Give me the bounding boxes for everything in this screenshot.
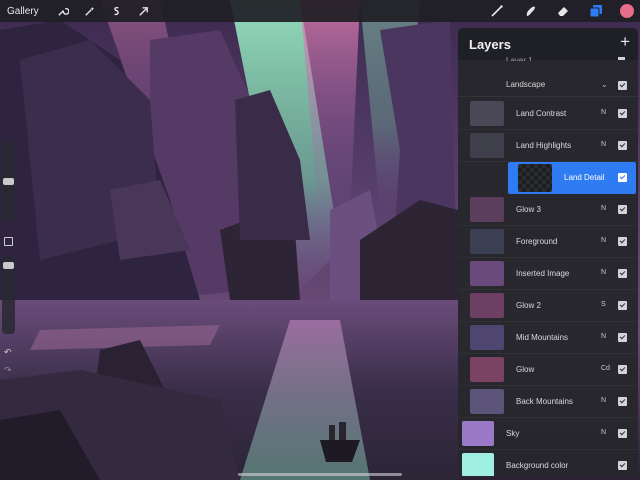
layer-visibility-checkbox[interactable]	[618, 237, 627, 246]
layer-name: Glow 3	[516, 205, 541, 214]
layer-thumbnail[interactable]	[470, 293, 504, 318]
layer-visibility-checkbox[interactable]	[618, 429, 627, 438]
layer-name: Land Highlights	[516, 141, 572, 150]
blend-mode-button[interactable]: N	[601, 141, 606, 148]
layer-name: Mid Mountains	[516, 333, 569, 342]
layer-thumbnail[interactable]	[462, 453, 494, 476]
blend-mode-button[interactable]: N	[601, 269, 606, 276]
layer-name: Foreground	[516, 237, 558, 246]
layer-name: Back Mountains	[516, 397, 573, 406]
blend-mode-button[interactable]: Cd	[601, 365, 610, 372]
layer-thumbnail[interactable]	[470, 133, 504, 158]
layer-row-sky[interactable]: Sky N	[458, 418, 638, 450]
opacity-slider[interactable]	[2, 256, 15, 334]
layer-name: Inserted Image	[516, 269, 570, 278]
layer-thumbnail[interactable]	[470, 357, 504, 382]
clipped-layer-checkbox[interactable]	[618, 57, 625, 60]
layer-name: Sky	[506, 429, 520, 438]
blend-mode-button[interactable]: N	[601, 333, 606, 340]
layers-panel: Layers + Layer 1 Landscape ⌄ Land Contra…	[458, 28, 638, 476]
magic-wand-icon[interactable]	[81, 2, 99, 20]
layer-row-background-color[interactable]: Background color	[458, 450, 638, 476]
blend-mode-button[interactable]: N	[601, 109, 606, 116]
layer-visibility-checkbox[interactable]	[618, 397, 627, 406]
smudge-icon[interactable]	[519, 0, 541, 22]
layer-thumbnail[interactable]	[518, 164, 552, 192]
layer-name: Background color	[506, 461, 569, 470]
redo-icon[interactable]: ↷	[4, 365, 12, 376]
brush-size-slider[interactable]	[2, 142, 15, 220]
blend-mode-button[interactable]: N	[601, 397, 606, 404]
layer-visibility-checkbox[interactable]	[618, 205, 627, 214]
group-visibility-checkbox[interactable]	[618, 81, 627, 90]
clipped-layer-label[interactable]: Layer 1	[506, 57, 606, 61]
layer-row-glow[interactable]: Glow Cd	[458, 354, 638, 386]
home-indicator[interactable]	[238, 473, 402, 476]
layer-group-landscape[interactable]: Landscape ⌄	[458, 73, 638, 97]
selection-icon[interactable]	[108, 2, 126, 20]
layer-row-glow-3[interactable]: Glow 3 N	[458, 194, 638, 226]
right-tools	[486, 0, 640, 22]
layer-thumbnail[interactable]	[462, 421, 494, 446]
layer-row-inserted-image[interactable]: Inserted Image N	[458, 258, 638, 290]
layer-name: Glow	[516, 365, 535, 374]
layers-panel-title: Layers	[469, 37, 511, 52]
layer-visibility-checkbox[interactable]	[618, 461, 627, 470]
opacity-handle[interactable]	[3, 262, 14, 269]
layer-visibility-checkbox[interactable]	[618, 301, 627, 310]
blend-mode-button[interactable]: S	[601, 301, 606, 308]
layer-thumbnail[interactable]	[470, 325, 504, 350]
brush-icon[interactable]	[486, 0, 508, 22]
top-toolbar: Gallery	[0, 0, 640, 22]
layer-visibility-checkbox[interactable]	[618, 173, 627, 182]
eraser-icon[interactable]	[552, 0, 574, 22]
layer-row-glow-2[interactable]: Glow 2 S	[458, 290, 638, 322]
layer-thumbnail[interactable]	[470, 261, 504, 286]
layer-row-foreground[interactable]: Foreground N	[458, 226, 638, 258]
layer-row-land-detail[interactable]: Land Detail	[508, 162, 636, 194]
layer-row-land-contrast[interactable]: Land Contrast N	[458, 98, 638, 130]
undo-icon[interactable]: ↶	[4, 347, 12, 358]
modify-button[interactable]	[4, 237, 13, 246]
layer-thumbnail[interactable]	[470, 197, 504, 222]
layer-thumbnail[interactable]	[470, 101, 504, 126]
color-picker-button[interactable]	[620, 4, 634, 18]
layer-name: Land Detail	[564, 173, 605, 182]
layer-row-back-mountains[interactable]: Back Mountains N	[458, 386, 638, 418]
layer-row-land-highlights[interactable]: Land Highlights N	[458, 130, 638, 162]
layer-visibility-checkbox[interactable]	[618, 141, 627, 150]
layer-visibility-checkbox[interactable]	[618, 365, 627, 374]
layer-visibility-checkbox[interactable]	[618, 269, 627, 278]
layer-thumbnail[interactable]	[470, 389, 504, 414]
left-sidebar: ↶ ↷	[0, 140, 17, 380]
add-layer-button[interactable]: +	[620, 33, 630, 51]
layer-visibility-checkbox[interactable]	[618, 109, 627, 118]
layers-icon[interactable]	[585, 0, 607, 22]
layer-visibility-checkbox[interactable]	[618, 333, 627, 342]
layer-row-mid-mountains[interactable]: Mid Mountains N	[458, 322, 638, 354]
blend-mode-button[interactable]: N	[601, 205, 606, 212]
wrench-icon[interactable]	[54, 2, 72, 20]
blend-mode-button[interactable]: N	[601, 237, 606, 244]
layer-thumbnail[interactable]	[470, 229, 504, 254]
gallery-button[interactable]: Gallery	[7, 6, 39, 17]
layer-name: Land Contrast	[516, 109, 567, 118]
procreate-screen: Gallery ↶ ↷ Layers + Landscape ⌄ Land Co…	[0, 0, 640, 480]
brush-size-handle[interactable]	[3, 178, 14, 185]
blend-mode-button[interactable]: N	[601, 429, 606, 436]
group-visibility	[458, 73, 638, 97]
layer-name: Glow 2	[516, 301, 541, 310]
layers-panel-header: Layers +	[458, 28, 638, 60]
transform-arrow-icon[interactable]	[135, 2, 153, 20]
